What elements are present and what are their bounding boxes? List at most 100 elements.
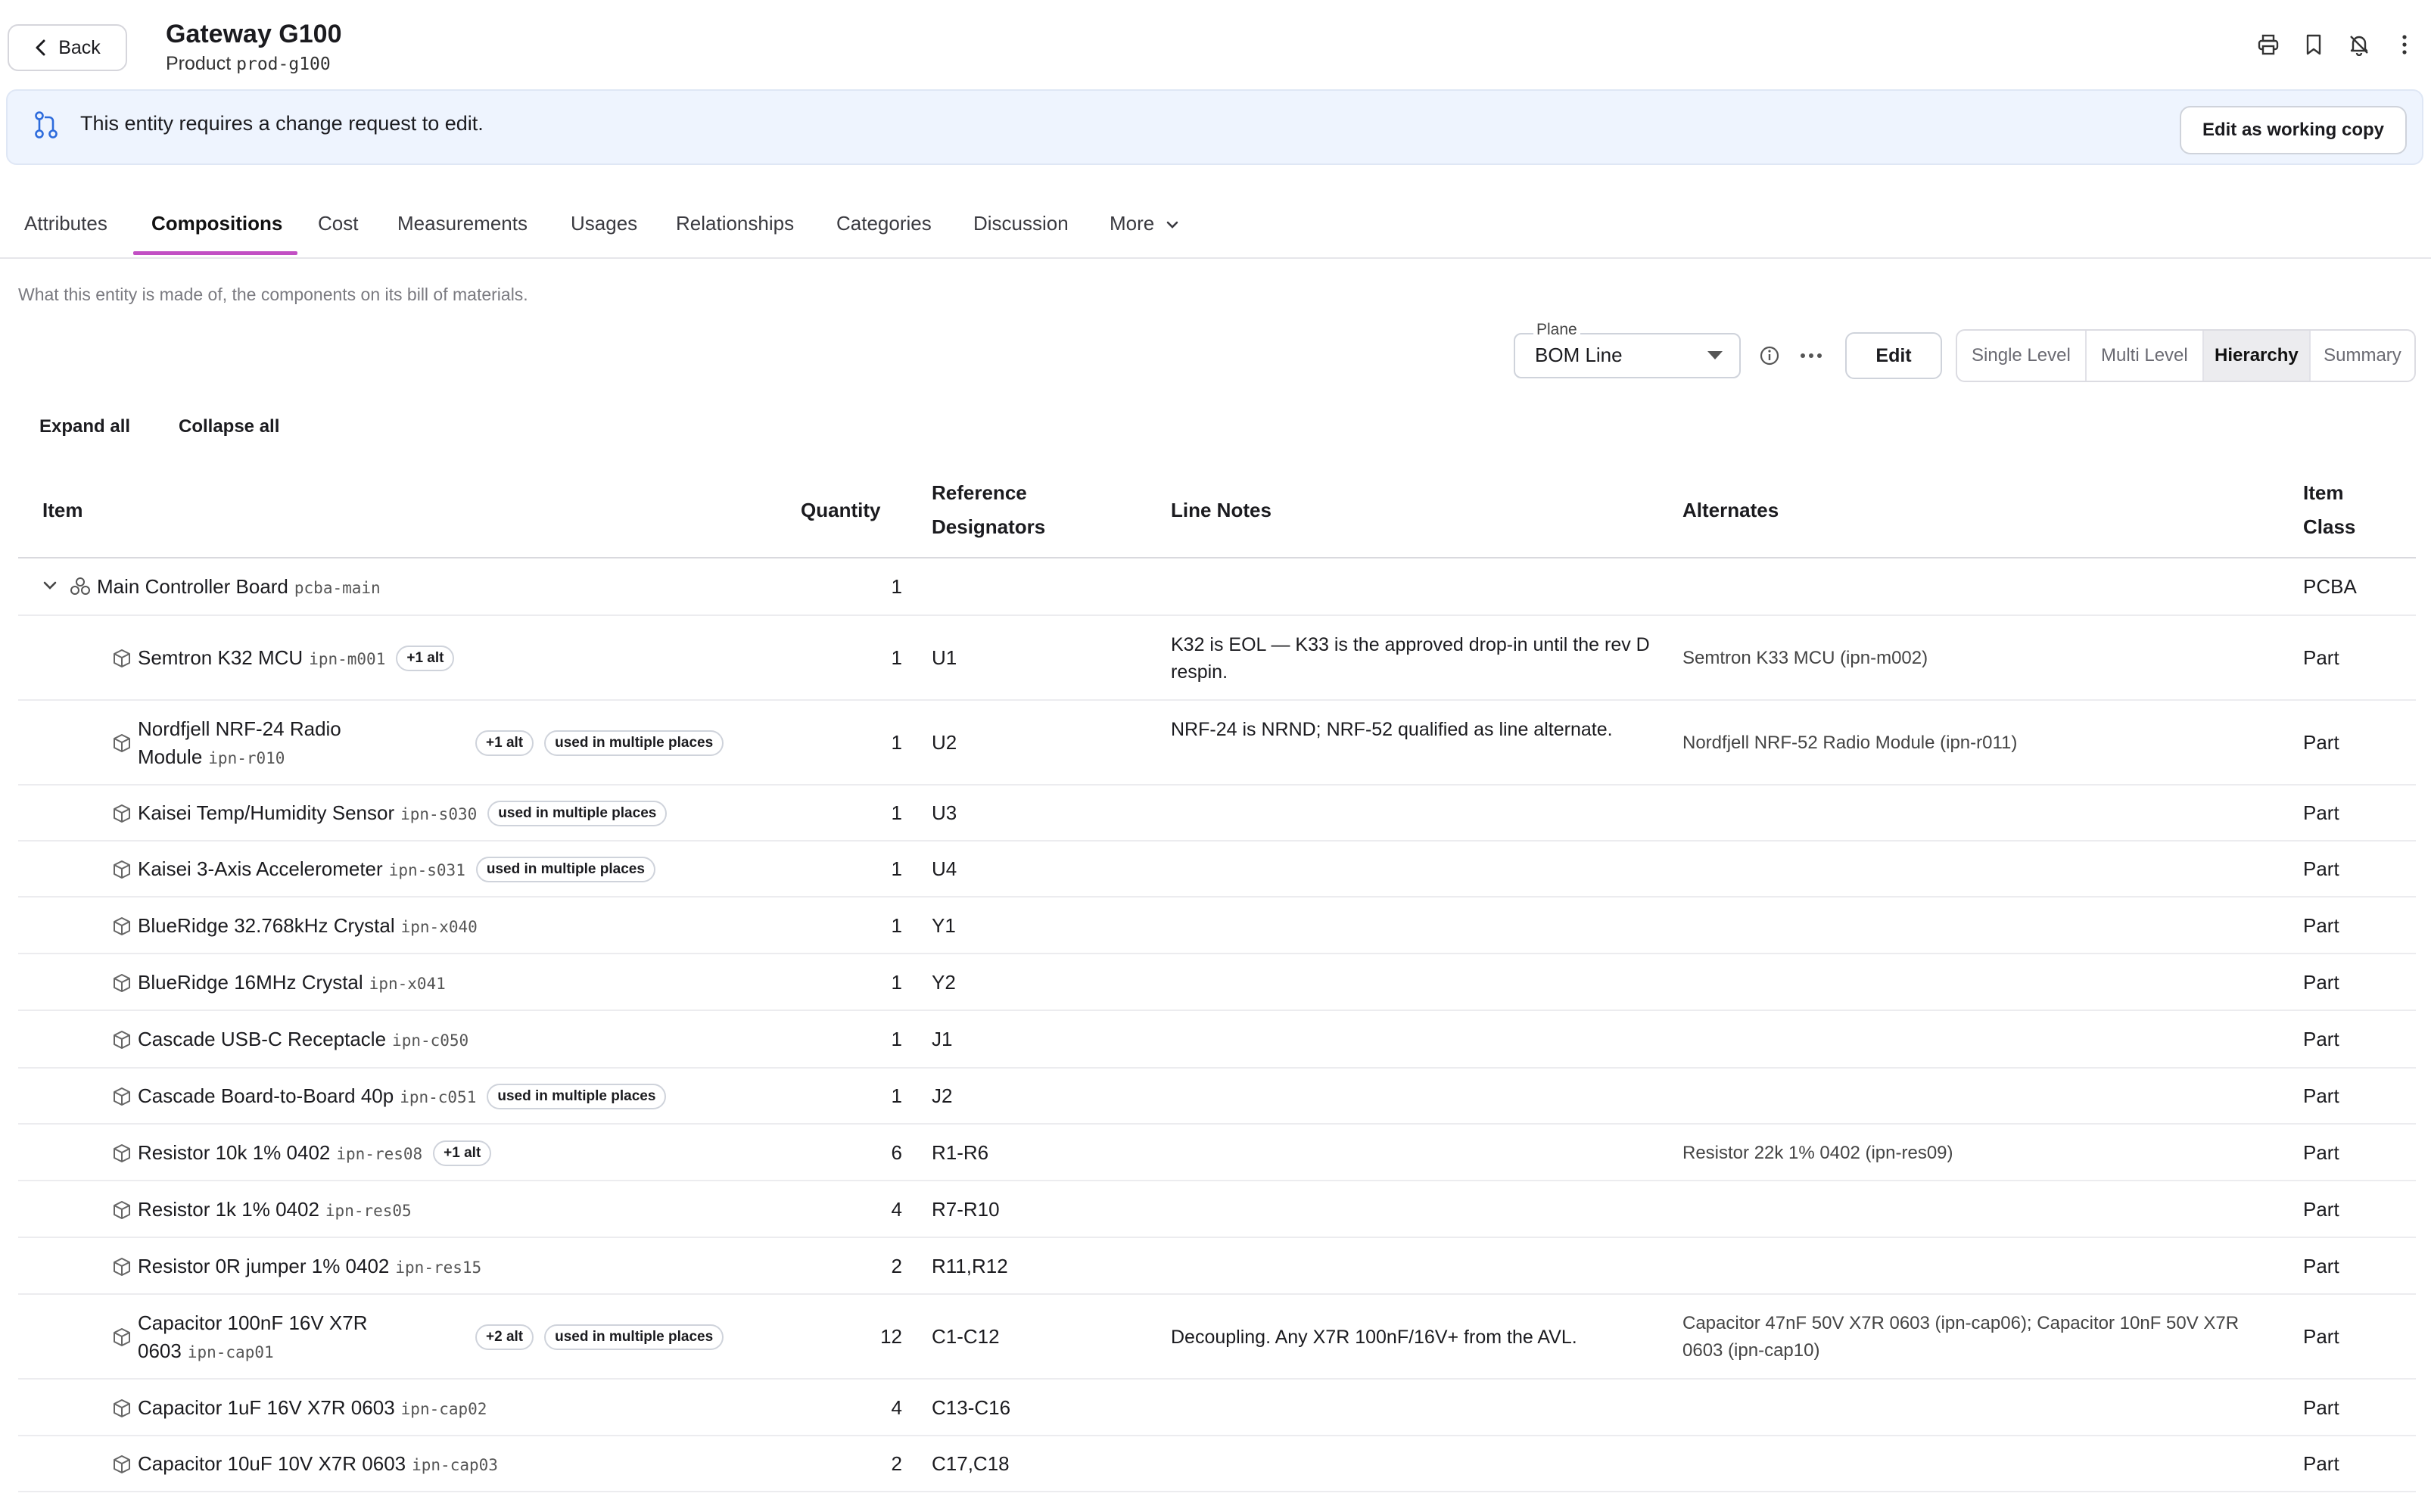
col-header-item-class-line2: Class xyxy=(2303,515,2356,538)
view-multi-level[interactable]: Multi Level xyxy=(2087,331,2204,381)
item-name: Cascade Board-to-Board 40p xyxy=(138,1084,394,1107)
table-row-parent[interactable]: Main Controller Board pcba-main 1 PCBA xyxy=(18,558,2416,616)
col-header-alternates[interactable]: Alternates xyxy=(1682,493,1779,527)
used-in-multiple-places-badge[interactable]: used in multiple places xyxy=(475,857,655,882)
item-refdes: U2 xyxy=(932,731,957,754)
item-name-cell: Kaisei Temp/Humidity Sensor ipn-s030 xyxy=(138,801,477,825)
view-hierarchy[interactable]: Hierarchy xyxy=(2203,331,2311,381)
col-header-refdes[interactable]: Reference Designators xyxy=(932,476,1045,544)
table-row[interactable]: Kaisei Temp/Humidity Sensor ipn-s030 used … xyxy=(18,786,2416,842)
item-ipn: ipn-c050 xyxy=(392,1031,469,1050)
tab-compositions[interactable]: Compositions xyxy=(151,212,282,235)
item-name: Capacitor 10uF 10V X7R 0603 xyxy=(138,1452,406,1475)
kebab-menu-icon[interactable] xyxy=(2393,33,2416,56)
more-horizontal-icon[interactable] xyxy=(1798,345,1824,370)
item-refdes: J2 xyxy=(932,1084,953,1107)
tab-cost[interactable]: Cost xyxy=(318,212,358,235)
item-ipn: ipn-res08 xyxy=(336,1144,423,1163)
print-icon[interactable] xyxy=(2257,33,2280,56)
used-in-multiple-places-badge[interactable]: used in multiple places xyxy=(487,801,668,826)
alternates-badge[interactable]: +1 alt xyxy=(396,646,455,671)
part-icon xyxy=(112,859,132,884)
table-row[interactable]: Kaisei 3-Axis Accelerometer ipn-s031 used … xyxy=(18,842,2416,898)
tab-discussion[interactable]: Discussion xyxy=(973,212,1069,235)
tab-usages[interactable]: Usages xyxy=(571,212,637,235)
used-in-multiple-places-badge[interactable]: used in multiple places xyxy=(544,730,724,756)
item-ipn: ipn-s030 xyxy=(400,805,478,823)
table-row[interactable]: Resistor 10k 1% 0402 ipn-res08 +1 alt 6 R1-R… xyxy=(18,1125,2416,1181)
item-name: Resistor 0R jumper 1% 0402 xyxy=(138,1254,390,1277)
expand-all-button[interactable]: Expand all xyxy=(39,416,130,437)
tab-description: What this entity is made of, the compone… xyxy=(18,285,528,304)
item-alternates: Nordfjell NRF-52 Radio Module (ipn-r011) xyxy=(1682,733,2018,753)
entity-id: prod-g100 xyxy=(236,54,331,74)
item-name: BlueRidge 32.768kHz Crystal xyxy=(138,913,395,937)
edit-as-working-copy-button[interactable]: Edit as working copy xyxy=(2179,106,2407,154)
assembly-icon xyxy=(70,577,90,595)
back-button[interactable]: Back xyxy=(8,24,127,71)
table-row[interactable]: Capacitor 10uF 10V X7R 0603 ipn-cap03 2 C17… xyxy=(18,1436,2416,1492)
item-name-cell: Capacitor 10uF 10V X7R 0603 ipn-cap03 xyxy=(138,1452,498,1476)
edit-button[interactable]: Edit xyxy=(1845,332,1942,379)
item-refdes: C13-C16 xyxy=(932,1395,1011,1419)
table-row[interactable]: Cascade Board-to-Board 40p ipn-c051 used i… xyxy=(18,1069,2416,1125)
table-row[interactable]: Resistor 1k 1% 0402 ipn-res05 4 R7-R10 Part xyxy=(18,1181,2416,1238)
alternates-badge[interactable]: +1 alt xyxy=(475,730,534,756)
table-row[interactable]: BlueRidge 32.768kHz Crystal ipn-x040 1 Y1 Pa… xyxy=(18,898,2416,954)
item-name: Kaisei 3-Axis Accelerometer xyxy=(138,857,383,880)
item-line-notes: K32 is EOL — K33 is the approved drop-in… xyxy=(1171,634,1650,683)
tab-measurements[interactable]: Measurements xyxy=(397,212,528,235)
chevron-down-icon xyxy=(1167,221,1178,229)
item-name-cell: Cascade Board-to-Board 40p ipn-c051 xyxy=(138,1084,476,1108)
col-header-refdes-line1: Reference xyxy=(932,481,1027,504)
tab-attributes[interactable]: Attributes xyxy=(24,212,107,235)
chevron-left-icon xyxy=(36,39,45,56)
table-row[interactable]: Semtron K32 MCU ipn-m001 +1 alt 1 U1 K32 is E… xyxy=(18,616,2416,701)
item-qty: 4 xyxy=(891,1197,902,1221)
table-row[interactable]: Resistor 0R jumper 1% 0402 ipn-res15 2 R11,… xyxy=(18,1238,2416,1295)
caret-down-icon xyxy=(1707,351,1723,359)
banner-message: This entity requires a change request to… xyxy=(80,112,484,135)
tab-bar: Attributes Compositions Cost Measurement… xyxy=(0,191,2431,259)
tab-categories[interactable]: Categories xyxy=(836,212,932,235)
col-header-item-class[interactable]: Item Class xyxy=(2303,476,2355,544)
plane-label: Plane xyxy=(1533,321,1580,339)
item-badges: +2 alt used in multiple places xyxy=(475,1324,724,1350)
part-icon xyxy=(112,648,132,673)
item-class: Part xyxy=(2303,1028,2339,1050)
item-alternates: Semtron K33 MCU (ipn-m002) xyxy=(1682,648,1928,668)
table-row[interactable]: BlueRidge 16MHz Crystal ipn-x041 1 Y2 Part xyxy=(18,954,2416,1011)
item-badges: used in multiple places xyxy=(475,857,655,882)
used-in-multiple-places-badge[interactable]: used in multiple places xyxy=(487,1084,667,1109)
alternates-badge[interactable]: +2 alt xyxy=(475,1324,534,1350)
item-name: Capacitor 1uF 16V X7R 0603 xyxy=(138,1395,395,1419)
table-row[interactable]: Capacitor 1uF 16V X7R 0603 ipn-cap02 4 C13-… xyxy=(18,1380,2416,1436)
used-in-multiple-places-badge[interactable]: used in multiple places xyxy=(544,1324,724,1350)
part-icon xyxy=(112,1199,132,1224)
tab-more[interactable]: More xyxy=(1110,212,1179,235)
view-single-level[interactable]: Single Level xyxy=(1957,331,2087,381)
item-class: Part xyxy=(2303,1140,2339,1164)
item-refdes: R7-R10 xyxy=(932,1197,1000,1221)
table-row[interactable]: Nordfjell NRF-24 Radio Module ipn-r010 +1 … xyxy=(18,701,2416,786)
tab-relationships[interactable]: Relationships xyxy=(676,212,794,235)
tab-more-label: More xyxy=(1110,212,1155,235)
col-header-quantity[interactable]: Quantity xyxy=(801,493,880,527)
item-refdes: C1-C12 xyxy=(932,1325,1000,1348)
table-row[interactable]: Capacitor 100nF 16V X7R 0603 ipn-cap01 +2 … xyxy=(18,1295,2416,1380)
col-header-line-notes[interactable]: Line Notes xyxy=(1171,493,1272,527)
collapse-all-button[interactable]: Collapse all xyxy=(179,416,279,437)
item-ipn: ipn-res15 xyxy=(395,1258,482,1277)
item-ipn: ipn-x040 xyxy=(400,917,478,936)
bell-off-icon[interactable] xyxy=(2348,33,2370,56)
item-qty: 1 xyxy=(891,913,902,937)
col-header-item[interactable]: Item xyxy=(42,493,82,527)
header-actions xyxy=(2257,33,2416,56)
item-name-cell: Resistor 0R jumper 1% 0402 ipn-res15 xyxy=(138,1255,481,1278)
table-row[interactable]: Cascade USB-C Receptacle ipn-c050 1 J1 Part xyxy=(18,1011,2416,1069)
chevron-down-icon[interactable] xyxy=(42,580,58,592)
bookmark-icon[interactable] xyxy=(2302,33,2325,56)
view-summary[interactable]: Summary xyxy=(2311,331,2414,381)
alternates-badge[interactable]: +1 alt xyxy=(433,1140,492,1166)
info-icon[interactable] xyxy=(1759,345,1780,370)
